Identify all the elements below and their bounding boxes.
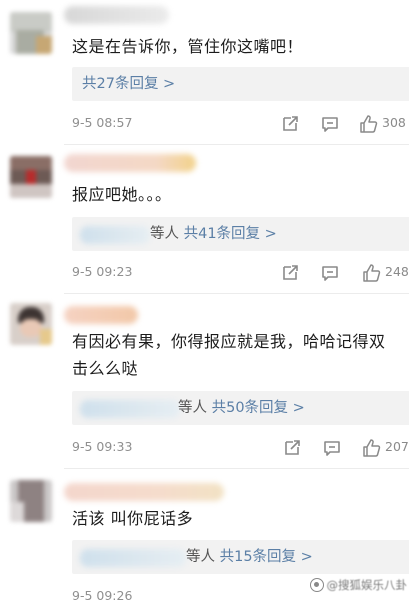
comment-text: 这是在告诉你，管住你这嘴吧！: [72, 33, 403, 60]
share-icon[interactable]: [280, 114, 300, 134]
username[interactable]: [64, 154, 196, 172]
reply-text: 等人 共50条回复 >: [178, 399, 305, 417]
comment-text-line: 击么么哒: [72, 359, 139, 378]
comment-text: 有因必有果，你得报应就是我，哈哈记得双 击么么哒: [72, 328, 403, 382]
comment-text: 活该 叫你屁话多: [72, 505, 403, 532]
view-replies-link[interactable]: 共41条回复 >: [184, 226, 277, 242]
thumbs-up-icon[interactable]: [359, 114, 379, 134]
divider: [64, 468, 409, 469]
username[interactable]: [64, 483, 224, 501]
reply-text: 等人 共15条回复 >: [186, 548, 313, 566]
comment-text-line: 活该 叫你屁话多: [72, 509, 194, 528]
comment-text-line: 报应吧她。。。: [72, 185, 172, 204]
reply-summary[interactable]: 等人 共41条回复 >: [72, 217, 409, 251]
reply-prefix: 等人: [178, 400, 207, 416]
watermark-text: @搜狐娱乐八卦: [326, 578, 408, 592]
avatar[interactable]: [10, 303, 52, 345]
reply-text: 等人 共41条回复 >: [150, 225, 277, 243]
timestamp: 9-5 08:57: [72, 115, 133, 130]
like-count: 248: [385, 264, 409, 279]
like-count: 207: [385, 439, 409, 454]
comment-meta: 9-5 08:57 308: [72, 114, 409, 134]
like-count: 308: [382, 115, 406, 130]
comment-meta: 9-5 09:23 248: [72, 263, 409, 283]
watermark: @搜狐娱乐八卦: [309, 575, 408, 595]
avatar[interactable]: [10, 480, 52, 522]
share-icon[interactable]: [280, 263, 300, 283]
reply-summary[interactable]: 等人 共15条回复 >: [72, 540, 409, 574]
username[interactable]: [64, 6, 169, 24]
username[interactable]: [64, 306, 138, 324]
reply-prefix: 等人: [186, 549, 215, 565]
reply-summary[interactable]: 共27条回复 >: [72, 67, 409, 101]
reply-summary[interactable]: 等人 共50条回复 >: [72, 391, 409, 425]
thumbs-up-icon[interactable]: [362, 438, 382, 458]
reply-prefix: 等人: [150, 226, 179, 242]
comment-icon[interactable]: [320, 114, 340, 134]
reply-text: 共27条回复 >: [82, 75, 175, 93]
reply-usernames: [80, 226, 150, 244]
view-replies-link[interactable]: 共15条回复 >: [220, 549, 313, 565]
timestamp: 9-5 09:33: [72, 439, 133, 454]
reply-usernames: [80, 549, 186, 567]
comment-icon[interactable]: [320, 263, 340, 283]
comment-text-line: 这是在告诉你，管住你这嘴吧！: [72, 37, 304, 56]
comment-icon[interactable]: [322, 438, 342, 458]
avatar[interactable]: [10, 156, 52, 198]
divider: [64, 293, 409, 294]
timestamp: 9-5 09:23: [72, 264, 133, 279]
watermark-logo-icon: [309, 578, 324, 592]
view-replies-link[interactable]: 共27条回复 >: [82, 76, 175, 92]
comment-meta: 9-5 09:33 207: [72, 438, 409, 458]
comment-text-line: 有因必有果，你得报应就是我，哈哈记得双: [72, 332, 386, 351]
view-replies-link[interactable]: 共50条回复 >: [212, 400, 305, 416]
thumbs-up-icon[interactable]: [362, 263, 382, 283]
reply-usernames: [80, 400, 180, 418]
share-icon[interactable]: [282, 438, 302, 458]
avatar[interactable]: [10, 12, 52, 54]
comment-text: 报应吧她。。。: [72, 181, 403, 208]
timestamp: 9-5 09:26: [72, 588, 133, 603]
divider: [64, 144, 409, 145]
